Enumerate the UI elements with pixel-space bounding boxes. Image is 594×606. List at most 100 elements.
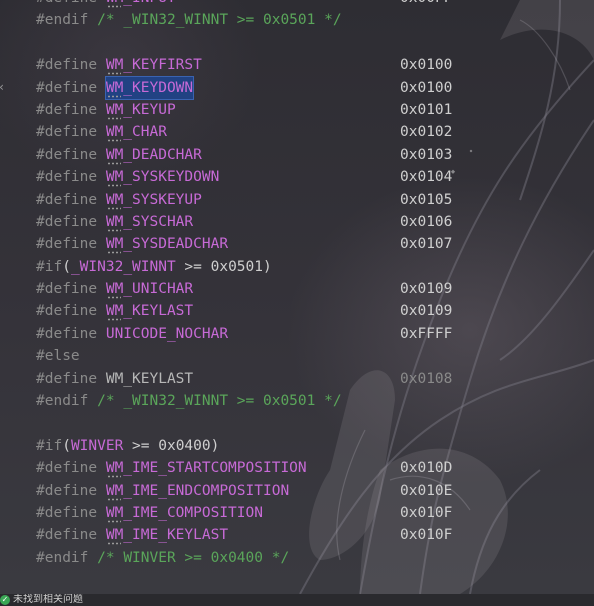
code-line[interactable]: #else bbox=[36, 345, 342, 367]
macro-value: 0x0105 bbox=[400, 191, 453, 208]
paren-open: ( bbox=[62, 437, 71, 454]
code-line[interactable]: #define WM_KEYLAST 0x0108 bbox=[36, 368, 452, 390]
status-bar: ✓ 未找到相关问题 bbox=[0, 594, 594, 606]
inspection-dots bbox=[106, 139, 121, 143]
inspection-dots bbox=[106, 475, 121, 479]
macro-name[interactable]: WM_KEYLAST bbox=[106, 368, 193, 390]
macro-value: 0x010F bbox=[400, 504, 453, 521]
macro-name-wrapper[interactable]: WM_UNICHAR bbox=[106, 278, 193, 300]
macro-name-wrapper[interactable]: UNICODE_NOCHAR bbox=[106, 323, 228, 345]
define-keyword: #define bbox=[36, 169, 98, 186]
code-line[interactable]: #define WM_DEADCHAR 0x0103 bbox=[36, 144, 452, 166]
condition-identifier[interactable]: WINVER bbox=[71, 435, 123, 457]
macro-name[interactable]: WM_IME_ENDCOMPOSITION bbox=[106, 480, 289, 502]
macro-name-wrapper[interactable]: WM_DEADCHAR bbox=[106, 144, 202, 166]
code-line[interactable]: #define WM_SYSCHAR 0x0106 bbox=[36, 211, 452, 233]
code-line[interactable]: #if(WINVER >= 0x0400) bbox=[36, 435, 342, 457]
code-line[interactable]: #define WM_SYSKEYUP 0x0105 bbox=[36, 189, 452, 211]
code-line[interactable]: #define WM_UNICHAR 0x0109 bbox=[36, 278, 452, 300]
code-line[interactable]: #define WM_KEYLAST 0x0109 bbox=[36, 300, 452, 322]
paren-open: ( bbox=[62, 258, 71, 275]
macro-value: 0xFFFF bbox=[400, 325, 453, 342]
code-comment: /* _WIN32_WINNT >= 0x0501 */ bbox=[97, 12, 342, 29]
inspection-dots bbox=[106, 206, 121, 210]
code-line[interactable]: #define WM_IME_KEYLAST 0x010F bbox=[36, 524, 452, 546]
code-line[interactable]: #define WM_IME_ENDCOMPOSITION 0x010E bbox=[36, 480, 452, 502]
code-editor[interactable]: ‹ #define WM_INPUT 0x00FF #endif /* _WIN32… bbox=[0, 0, 594, 594]
code-line[interactable]: #define WM_KEYDOWN 0x0100 bbox=[36, 75, 452, 100]
macro-name-wrapper[interactable]: WM_CHAR bbox=[106, 121, 167, 143]
macro-name[interactable]: WM_SYSDEADCHAR bbox=[106, 233, 228, 255]
code-line[interactable] bbox=[36, 32, 342, 54]
status-message[interactable]: 未找到相关问题 bbox=[13, 594, 83, 606]
code-line[interactable]: #define WM_SYSKEYDOWN 0x0104 bbox=[36, 166, 452, 188]
define-keyword: #define bbox=[36, 101, 98, 118]
macro-name[interactable]: WM_IME_KEYLAST bbox=[106, 524, 228, 546]
macro-name-wrapper[interactable]: WM_KEYDOWN bbox=[104, 75, 195, 100]
code-line[interactable]: #endif /* _WIN32_WINNT >= 0x0501 */ bbox=[36, 390, 342, 412]
macro-name-wrapper[interactable]: WM_IME_KEYLAST bbox=[106, 524, 228, 546]
macro-value: 0x010F bbox=[400, 527, 453, 544]
macro-name-wrapper[interactable]: WM_INPUT bbox=[106, 0, 176, 9]
inspection-dots bbox=[106, 296, 121, 300]
macro-value: 0x0104 bbox=[400, 169, 453, 186]
macro-name[interactable]: WM_IME_COMPOSITION bbox=[106, 502, 263, 524]
define-keyword: #define bbox=[36, 146, 98, 163]
code-line[interactable] bbox=[36, 412, 342, 434]
inspection-dots bbox=[106, 5, 121, 8]
macro-name-wrapper[interactable]: WM_IME_STARTCOMPOSITION bbox=[106, 457, 307, 479]
code-line[interactable]: #define WM_INPUT 0x00FF bbox=[36, 0, 452, 9]
macro-value: 0x00FF bbox=[400, 0, 452, 9]
code-comment: /* WINVER >= 0x0400 */ bbox=[97, 549, 290, 566]
define-keyword: #define bbox=[36, 213, 98, 230]
code-line[interactable]: #define WM_CHAR 0x0102 bbox=[36, 121, 452, 143]
macro-name[interactable]: WM_IME_STARTCOMPOSITION bbox=[106, 457, 307, 479]
macro-value: 0x0108 bbox=[400, 370, 453, 387]
define-keyword: #define bbox=[36, 370, 98, 387]
define-keyword: #define bbox=[36, 504, 98, 521]
macro-name-wrapper[interactable]: WM_SYSCHAR bbox=[106, 211, 193, 233]
macro-name-wrapper[interactable]: WM_KEYUP bbox=[106, 99, 176, 121]
preprocessor-directive: #else bbox=[36, 348, 80, 365]
macro-name-wrapper[interactable]: WM_SYSKEYDOWN bbox=[106, 166, 220, 188]
inspection-dots bbox=[106, 184, 121, 188]
code-line[interactable]: #define WM_SYSDEADCHAR 0x0107 bbox=[36, 233, 452, 255]
code-line[interactable]: #if(_WIN32_WINNT >= 0x0501) bbox=[36, 256, 342, 278]
macro-name[interactable]: UNICODE_NOCHAR bbox=[106, 323, 228, 345]
define-keyword: #define bbox=[36, 527, 98, 544]
macro-name-wrapper[interactable]: WM_SYSKEYUP bbox=[106, 189, 202, 211]
code-line[interactable]: #endif /* _WIN32_WINNT >= 0x0501 */ bbox=[36, 9, 342, 31]
macro-value: 0x010D bbox=[400, 460, 453, 477]
code-comment: /* _WIN32_WINNT >= 0x0501 */ bbox=[97, 393, 342, 410]
macro-name-wrapper[interactable]: WM_KEYLAST bbox=[106, 368, 193, 390]
macro-value: 0x0100 bbox=[400, 57, 453, 74]
code-line[interactable]: #define WM_KEYFIRST 0x0100 bbox=[36, 54, 452, 76]
macro-name-wrapper[interactable]: WM_SYSDEADCHAR bbox=[106, 233, 228, 255]
code-line[interactable]: #define WM_KEYUP 0x0101 bbox=[36, 99, 452, 121]
inspection-dots bbox=[106, 116, 121, 120]
if-keyword: #if bbox=[36, 437, 63, 454]
macro-value: 0x0107 bbox=[400, 236, 453, 253]
code-line[interactable]: #define UNICODE_NOCHAR 0xFFFF bbox=[36, 323, 452, 345]
inspection-dots bbox=[106, 161, 121, 165]
macro-name-wrapper[interactable]: WM_IME_COMPOSITION bbox=[106, 502, 263, 524]
check-circle-icon: ✓ bbox=[0, 595, 10, 605]
code-line[interactable]: #endif /* WINVER >= 0x0400 */ bbox=[36, 547, 342, 569]
code-line[interactable]: #define WM_IME_STARTCOMPOSITION 0x010D bbox=[36, 457, 452, 479]
macro-name-wrapper[interactable]: WM_KEYLAST bbox=[106, 300, 193, 322]
define-keyword: #define bbox=[36, 79, 98, 96]
macro-value: 0x0109 bbox=[400, 281, 453, 298]
if-keyword: #if bbox=[36, 258, 63, 275]
macro-name-wrapper[interactable]: WM_IME_ENDCOMPOSITION bbox=[106, 480, 289, 502]
define-keyword: #define bbox=[36, 0, 97, 9]
inspection-dots bbox=[106, 94, 121, 98]
macro-name-wrapper[interactable]: WM_KEYFIRST bbox=[106, 54, 202, 76]
define-keyword: #define bbox=[36, 281, 98, 298]
gutter-fold-icon[interactable]: ‹ bbox=[0, 80, 5, 94]
code-line[interactable]: #define WM_IME_COMPOSITION 0x010F bbox=[36, 502, 452, 524]
condition-identifier[interactable]: _WIN32_WINNT bbox=[71, 256, 176, 278]
macro-name[interactable]: WM_SYSKEYDOWN bbox=[106, 166, 220, 188]
condition-expression: >= 0x0400) bbox=[123, 437, 220, 454]
code-text-area[interactable]: #define WM_INPUT 0x00FF #endif /* _WIN32_W… bbox=[36, 0, 452, 569]
inspection-dots bbox=[106, 497, 121, 501]
